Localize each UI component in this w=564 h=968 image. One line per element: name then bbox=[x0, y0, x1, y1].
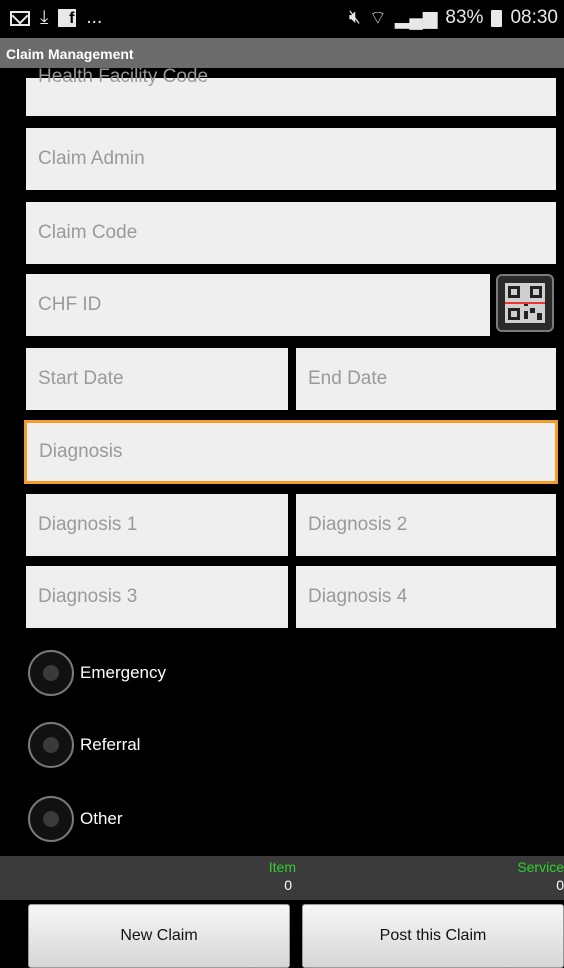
service-count-value: 0 bbox=[556, 877, 564, 893]
diagnosis-4-field[interactable]: Diagnosis 4 bbox=[296, 566, 556, 628]
new-claim-button[interactable]: New Claim bbox=[28, 904, 290, 968]
new-claim-label: New Claim bbox=[120, 927, 198, 944]
service-count-label: Service bbox=[517, 859, 564, 875]
radio-button[interactable] bbox=[28, 722, 74, 768]
claim-admin-field[interactable]: Claim Admin bbox=[26, 128, 556, 190]
diagnosis-2-field[interactable]: Diagnosis 2 bbox=[296, 494, 556, 556]
diagnosis-2-placeholder: Diagnosis 2 bbox=[308, 514, 408, 535]
radio-dot bbox=[43, 737, 59, 753]
health-facility-code-field[interactable]: Health Facility Code bbox=[26, 66, 556, 116]
claim-code-placeholder: Claim Code bbox=[38, 222, 138, 243]
claim-code-field[interactable]: Claim Code bbox=[26, 202, 556, 264]
battery-percent: 83% bbox=[445, 7, 484, 28]
radio-other[interactable]: Other bbox=[28, 796, 123, 842]
status-bar: ⤓ f ... 🔇︎ ⌔ ▂▄▆ 83% 08:30 bbox=[0, 0, 564, 38]
radio-label: Referral bbox=[80, 735, 141, 754]
status-ellipsis: ... bbox=[86, 7, 103, 28]
post-claim-label: Post this Claim bbox=[379, 927, 487, 944]
diagnosis-field[interactable]: Diagnosis bbox=[24, 420, 558, 484]
qr-scan-button[interactable] bbox=[496, 274, 554, 332]
wifi-icon: ⌔ bbox=[368, 8, 387, 29]
qr-code-icon bbox=[505, 283, 545, 323]
diagnosis-4-placeholder: Diagnosis 4 bbox=[308, 586, 408, 607]
diagnosis-3-field[interactable]: Diagnosis 3 bbox=[26, 566, 288, 628]
status-time: 08:30 bbox=[510, 7, 558, 28]
end-date-placeholder: End Date bbox=[308, 368, 388, 389]
counts-bar: Item 0 Service 0 bbox=[0, 856, 564, 900]
chf-id-placeholder: CHF ID bbox=[38, 294, 102, 315]
radio-referral[interactable]: Referral bbox=[28, 722, 140, 768]
diagnosis-placeholder: Diagnosis bbox=[39, 441, 123, 462]
diagnosis-1-field[interactable]: Diagnosis 1 bbox=[26, 494, 288, 556]
radio-button[interactable] bbox=[28, 796, 74, 842]
claim-admin-placeholder: Claim Admin bbox=[38, 148, 145, 169]
app-title: Claim Management bbox=[6, 46, 134, 62]
radio-label: Emergency bbox=[80, 663, 166, 682]
radio-dot bbox=[43, 665, 59, 681]
screen: ⤓ f ... 🔇︎ ⌔ ▂▄▆ 83% 08:30 Claim Managem… bbox=[0, 0, 564, 968]
radio-dot bbox=[43, 811, 59, 827]
status-right: 🔇︎ ⌔ ▂▄▆ 83% 08:30 bbox=[349, 6, 558, 30]
app-title-bar: Claim Management bbox=[0, 38, 564, 68]
radio-emergency[interactable]: Emergency bbox=[28, 650, 166, 696]
end-date-field[interactable]: End Date bbox=[296, 348, 556, 410]
mail-icon bbox=[10, 10, 30, 26]
radio-button[interactable] bbox=[28, 650, 74, 696]
facebook-icon: f bbox=[58, 9, 77, 27]
diagnosis-3-placeholder: Diagnosis 3 bbox=[38, 586, 138, 607]
download-icon: ⤓ bbox=[40, 7, 49, 28]
post-claim-button[interactable]: Post this Claim bbox=[302, 904, 564, 968]
item-count-label: Item bbox=[268, 859, 296, 875]
item-count-value: 0 bbox=[284, 877, 292, 893]
health-facility-code-placeholder: Health Facility Code bbox=[38, 66, 209, 87]
start-date-placeholder: Start Date bbox=[38, 368, 124, 389]
mute-icon: 🔇︎ bbox=[348, 7, 361, 28]
status-left: ⤓ f ... bbox=[10, 7, 102, 29]
radio-label: Other bbox=[80, 809, 123, 828]
start-date-field[interactable]: Start Date bbox=[26, 348, 288, 410]
chf-id-field[interactable]: CHF ID bbox=[26, 274, 490, 336]
diagnosis-1-placeholder: Diagnosis 1 bbox=[38, 514, 138, 535]
signal-icon: ▂▄▆ bbox=[394, 7, 438, 29]
battery-icon bbox=[491, 9, 503, 27]
